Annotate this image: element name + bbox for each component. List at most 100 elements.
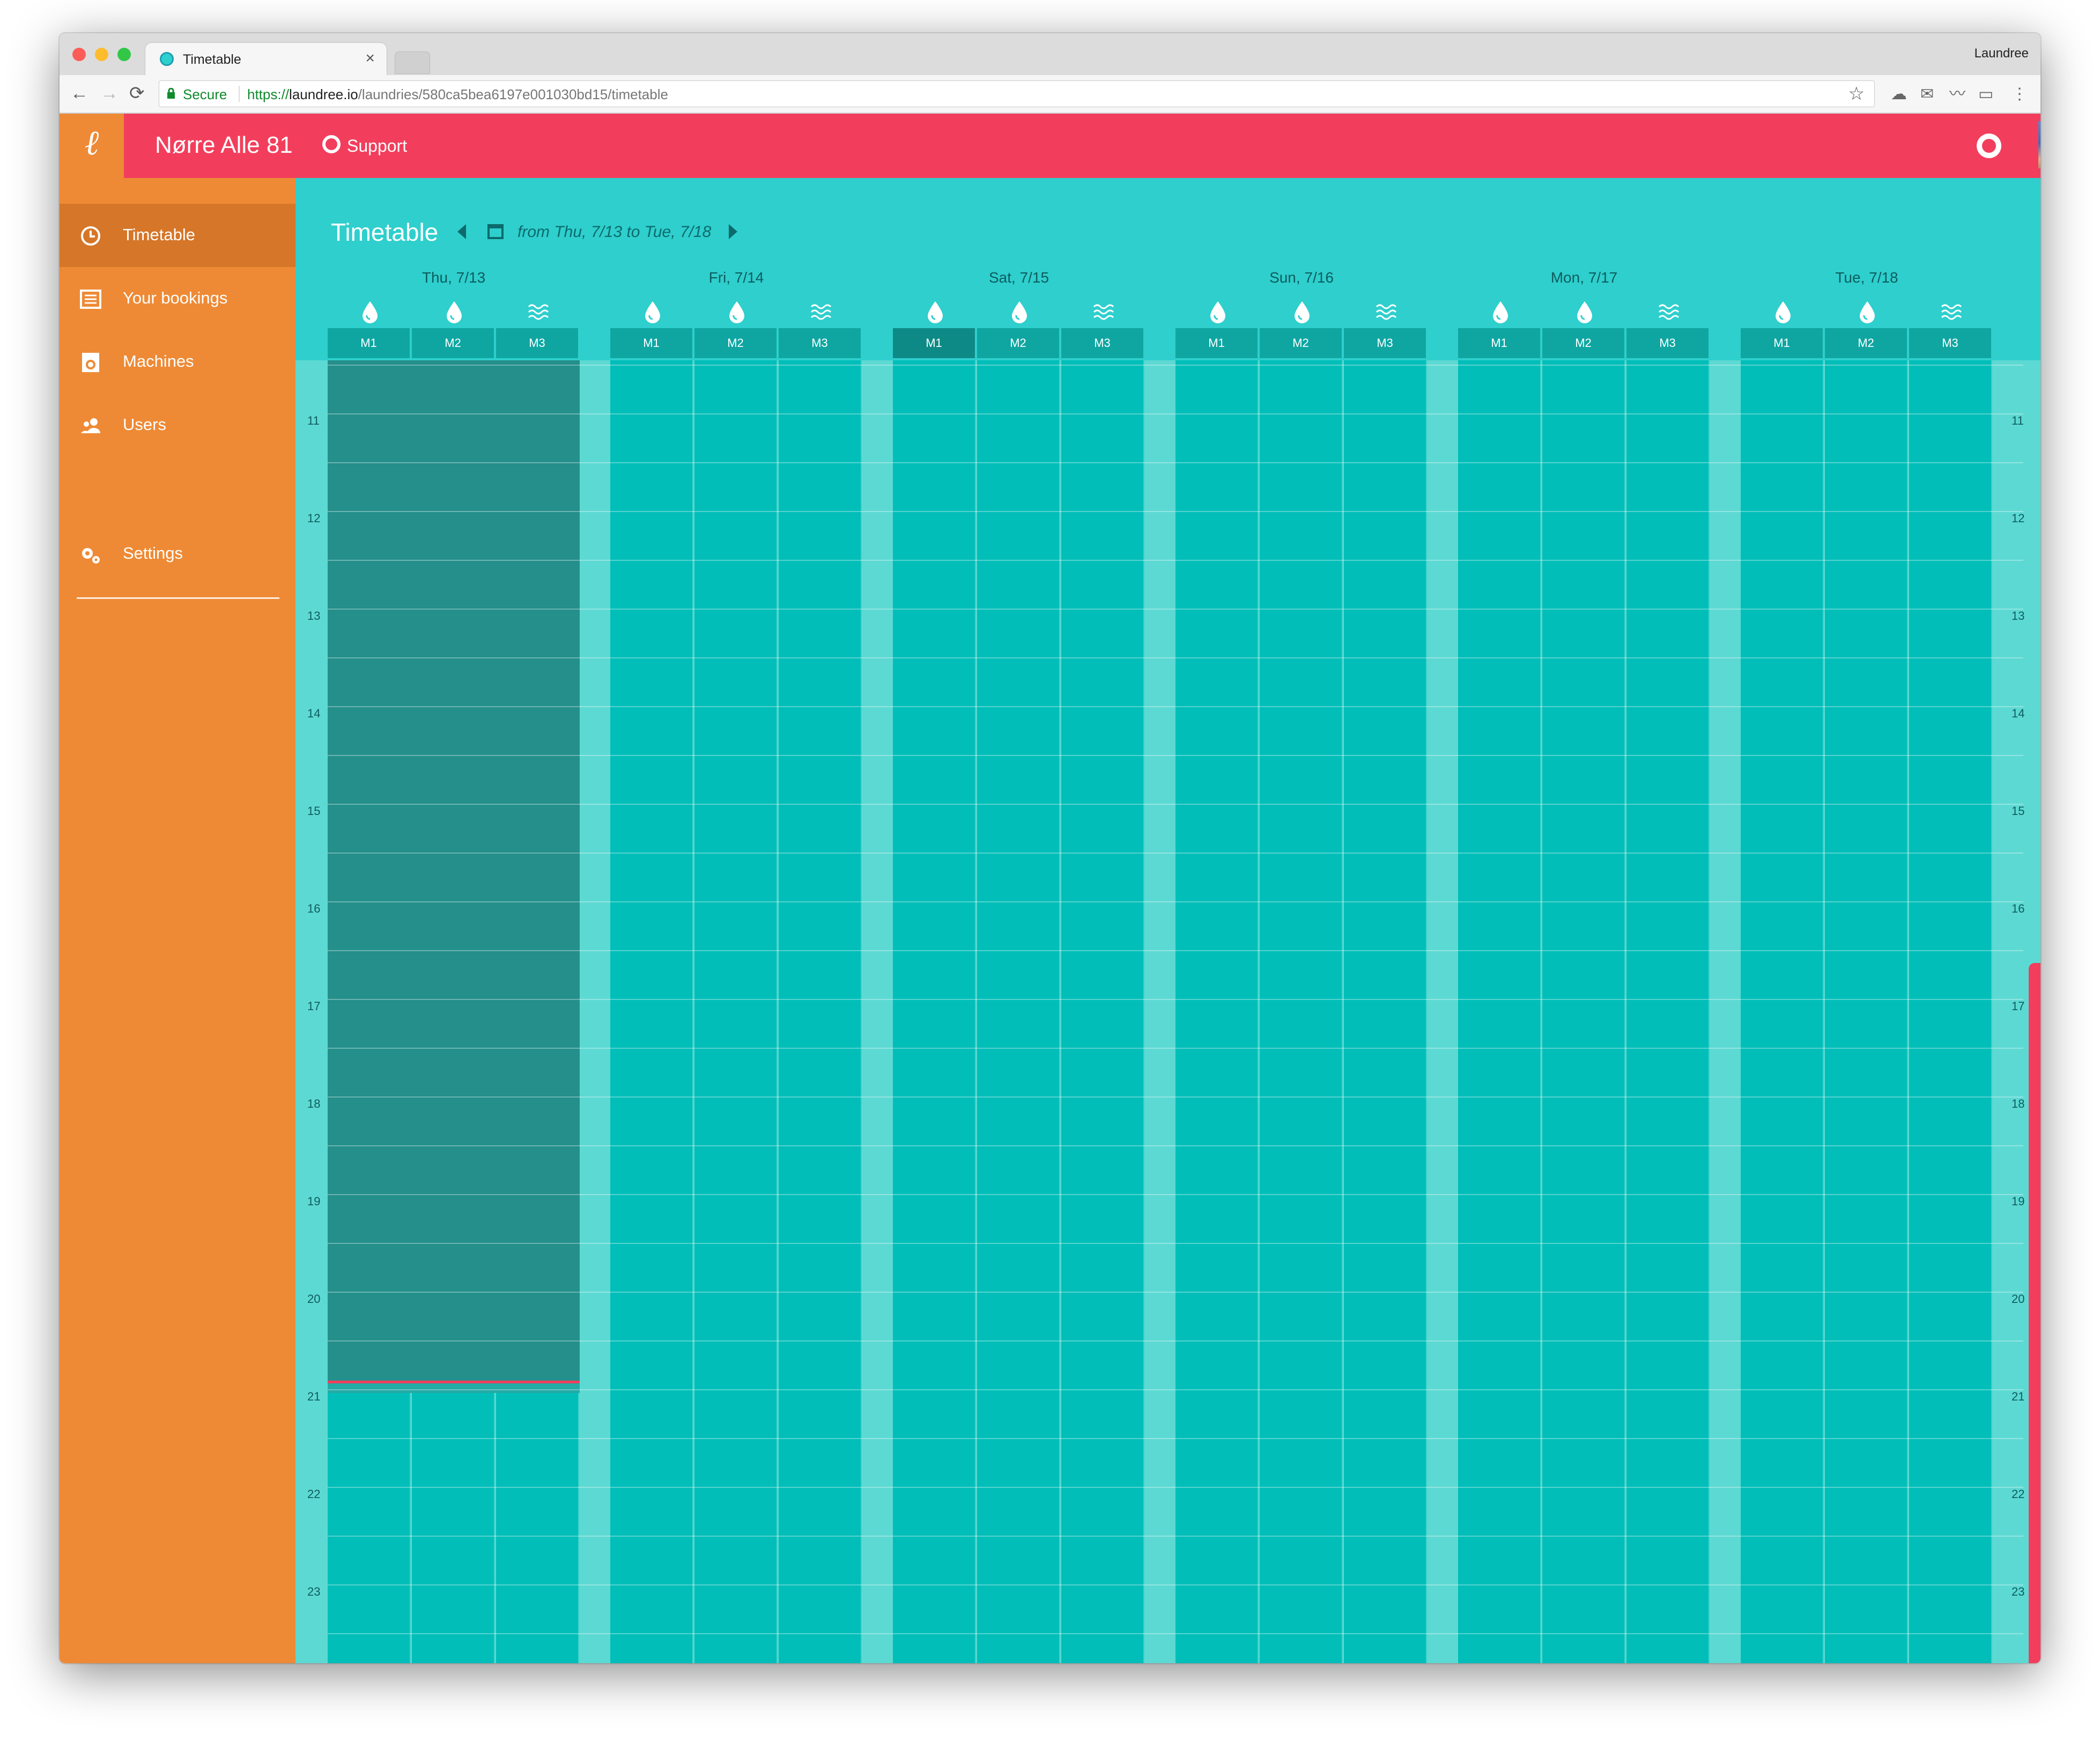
dryer-waves-icon <box>528 304 549 320</box>
support-link[interactable]: Support <box>347 136 407 156</box>
browser-toolbar: ← → ⟳ Secure https://laundree.io/laundri… <box>60 75 2040 114</box>
user-avatar[interactable] <box>2038 121 2040 168</box>
hour-label-right: 16 <box>2012 902 2025 915</box>
close-window-button[interactable] <box>72 48 86 61</box>
machine-column[interactable] <box>893 360 976 1663</box>
grid-line <box>328 755 2023 756</box>
day-label: Sat, 7/15 <box>988 269 1049 286</box>
machine-column[interactable] <box>1825 360 1908 1663</box>
machine-header[interactable]: M1 <box>893 328 976 358</box>
scrollbar-thumb[interactable] <box>2029 963 2040 1663</box>
machine-column[interactable] <box>1741 360 1824 1663</box>
back-button[interactable]: ← <box>70 83 88 104</box>
machine-header[interactable]: M3 <box>1626 328 1710 358</box>
machine-column[interactable] <box>1542 360 1625 1663</box>
machine-header[interactable]: M3 <box>496 328 579 358</box>
reload-button[interactable]: ⟳ <box>129 83 145 104</box>
globe-icon[interactable] <box>1977 134 2001 158</box>
hour-label-left: 16 <box>307 902 321 915</box>
grid-line <box>328 560 2023 561</box>
lifebuoy-icon <box>322 135 341 153</box>
machine-header[interactable]: M3 <box>1061 328 1144 358</box>
hour-label-right: 20 <box>2012 1292 2025 1306</box>
page-title: Timetable <box>331 218 439 246</box>
tab-title: Timetable <box>183 52 241 67</box>
hour-label-left: 15 <box>307 804 321 818</box>
grid-line <box>328 1389 2023 1390</box>
laundry-name[interactable]: Nørre Alle 81 <box>155 132 293 159</box>
browser-menu-icon[interactable]: ⋮ <box>2012 85 2028 104</box>
list-icon <box>80 290 101 309</box>
sidebar-item-label: Your bookings <box>123 288 228 307</box>
grid-line <box>328 413 2023 414</box>
forward-button[interactable]: → <box>100 83 119 104</box>
machine-header[interactable]: M2 <box>977 328 1060 358</box>
sidebar-item-users[interactable]: Users <box>60 394 295 457</box>
grid-line <box>328 1584 2023 1585</box>
machine-column[interactable] <box>1175 360 1259 1663</box>
minimize-window-button[interactable] <box>95 48 108 61</box>
machine-column[interactable] <box>694 360 778 1663</box>
maximize-window-button[interactable] <box>117 48 131 61</box>
users-icon <box>81 418 100 433</box>
machine-header[interactable]: M2 <box>1542 328 1625 358</box>
machine-column[interactable] <box>1344 360 1427 1663</box>
machine-header[interactable]: M2 <box>1825 328 1908 358</box>
past-time-overlay <box>328 360 580 1381</box>
machine-column[interactable] <box>1909 360 1992 1663</box>
grid-line <box>328 853 2023 854</box>
hour-label-left: 11 <box>307 414 320 427</box>
previous-week-arrow-icon[interactable] <box>457 224 466 239</box>
machine-header[interactable]: M3 <box>1344 328 1427 358</box>
machine-header[interactable]: M2 <box>1260 328 1343 358</box>
machine-header[interactable]: M1 <box>1458 328 1541 358</box>
extension-chat-icon[interactable]: ▭ <box>1978 85 1993 104</box>
extension-mail-icon[interactable]: ✉ <box>1920 85 1934 104</box>
machine-header[interactable]: M3 <box>1909 328 1992 358</box>
water-drop-icon <box>362 301 378 323</box>
machine-header[interactable]: M3 <box>779 328 862 358</box>
next-week-arrow-icon[interactable] <box>729 224 737 239</box>
hour-label-right: 12 <box>2012 512 2025 525</box>
machine-header[interactable]: M2 <box>412 328 495 358</box>
tab-close-icon[interactable]: × <box>365 49 375 68</box>
app-logo[interactable]: ℓ <box>60 114 124 178</box>
grid-line <box>328 511 2023 512</box>
extension-wave-icon[interactable]: 〰 <box>1949 85 1965 104</box>
extension-cloud-icon[interactable]: ☁ <box>1891 85 1907 104</box>
sidebar-item-your-bookings[interactable]: Your bookings <box>60 267 295 330</box>
water-drop-icon <box>645 301 660 323</box>
url-scheme: https:// <box>247 86 290 102</box>
tab-strip: Timetable × Laundree <box>60 33 2040 75</box>
machine-column[interactable] <box>1260 360 1343 1663</box>
machine-column[interactable] <box>779 360 862 1663</box>
hour-label-left: 19 <box>307 1195 321 1208</box>
address-bar[interactable]: Secure https://laundree.io/laundries/580… <box>159 80 1875 107</box>
machine-header[interactable]: M1 <box>610 328 693 358</box>
sidebar-item-settings[interactable]: Settings <box>60 522 295 586</box>
sidebar-item-timetable[interactable]: Timetable <box>60 204 295 267</box>
machine-header[interactable]: M2 <box>694 328 778 358</box>
machine-column[interactable] <box>977 360 1060 1663</box>
water-drop-icon <box>927 301 943 323</box>
calendar-icon[interactable] <box>487 224 504 239</box>
water-drop-icon <box>729 301 744 323</box>
clock-icon <box>81 226 100 246</box>
url-text[interactable]: https://laundree.io/laundries/580ca5bea6… <box>247 86 668 103</box>
bookmark-star-icon[interactable]: ☆ <box>1848 83 1865 105</box>
machine-column[interactable] <box>610 360 693 1663</box>
dryer-waves-icon <box>1658 304 1679 320</box>
sidebar-item-machines[interactable]: Machines <box>60 330 295 394</box>
profile-name[interactable]: Laundree <box>1975 46 2029 61</box>
grid-line <box>328 804 2023 805</box>
hour-label-left: 18 <box>307 1097 321 1110</box>
new-tab-button[interactable] <box>395 51 430 74</box>
machine-header[interactable]: M1 <box>1741 328 1824 358</box>
browser-tab[interactable]: Timetable × <box>145 43 387 75</box>
machine-column[interactable] <box>1626 360 1710 1663</box>
machine-header[interactable]: M1 <box>328 328 411 358</box>
machine-column[interactable] <box>1458 360 1541 1663</box>
hour-label-right: 17 <box>2012 999 2025 1013</box>
machine-header[interactable]: M1 <box>1175 328 1259 358</box>
machine-column[interactable] <box>1061 360 1144 1663</box>
